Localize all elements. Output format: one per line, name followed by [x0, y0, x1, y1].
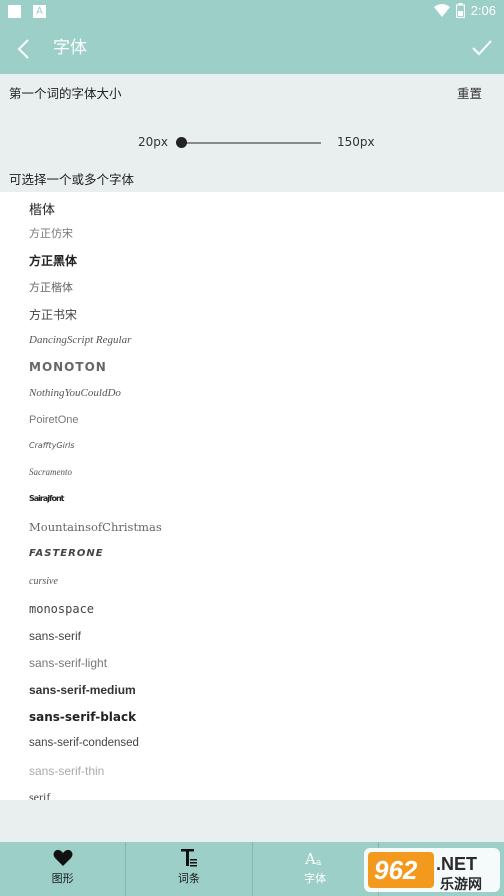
font-item[interactable]: PoiretOne [29, 414, 79, 426]
watermark-logo: 962 .NET 乐游网 [364, 848, 500, 893]
app-bar: 字体 [0, 24, 504, 74]
font-item[interactable]: DancingScript Regular [29, 334, 131, 346]
font-size-settings: 第一个词的字体大小 重置 20px 150px 可选择一个或多个字体 [0, 74, 504, 192]
font-size-slider-track[interactable] [181, 142, 321, 144]
svg-text:.NET: .NET [436, 854, 477, 874]
font-item[interactable]: monospace [29, 602, 94, 616]
font-item[interactable]: Sairajfont [29, 494, 64, 503]
reset-button[interactable]: 重置 [457, 83, 482, 102]
font-item[interactable]: cursive [29, 576, 58, 587]
status-time: 2:06 [470, 3, 496, 18]
wifi-icon [433, 3, 450, 17]
footer-spacer [0, 800, 504, 842]
confirm-check-icon[interactable] [470, 36, 494, 60]
font-item[interactable]: 方正楷体 [29, 279, 73, 295]
notification-icons: A [8, 5, 46, 18]
font-item[interactable]: sans-serif-light [29, 656, 107, 670]
heart-icon [0, 847, 125, 869]
status-bar: A 2:06 [0, 0, 504, 24]
font-item[interactable]: sans-serif-thin [29, 764, 104, 778]
font-item[interactable]: 方正书宋 [29, 306, 77, 323]
font-item[interactable]: sans-serif-black [29, 710, 136, 724]
nav-item-shapes[interactable]: 图形 [0, 842, 127, 896]
notification-square-icon [8, 5, 21, 18]
nav-item-entries[interactable]: 词条 [126, 842, 253, 896]
font-item[interactable]: FasterOne [29, 548, 104, 559]
svg-text:a: a [316, 858, 322, 868]
nav-label-shapes: 图形 [51, 872, 74, 885]
nav-label-entries: 词条 [177, 872, 200, 885]
nav-label-fonts: 字体 [304, 872, 327, 885]
slider-max-label: 150px [337, 135, 375, 149]
font-item[interactable]: 楷体 [29, 199, 55, 218]
back-arrow-icon[interactable] [14, 37, 34, 61]
text-entry-icon [126, 847, 251, 869]
page-title: 字体 [53, 38, 87, 58]
font-item[interactable]: sans-serif [29, 629, 81, 643]
font-item[interactable]: Monoton [29, 360, 107, 374]
multi-select-label: 可选择一个或多个字体 [9, 172, 135, 187]
font-item[interactable]: MountainsofChristmas [29, 520, 162, 534]
battery-icon [455, 3, 465, 18]
svg-text:A: A [304, 850, 316, 868]
font-size-slider-thumb[interactable] [176, 137, 187, 148]
font-item[interactable]: NothingYouCouldDo [29, 387, 121, 399]
font-list[interactable]: 楷体 方正仿宋 方正黑体 方正楷体 方正书宋 DancingScript Reg… [0, 192, 504, 800]
font-item[interactable]: Sacramento [29, 467, 72, 477]
status-right: 2:06 [433, 3, 496, 18]
font-icon: Aa [253, 847, 378, 869]
nav-item-fonts[interactable]: Aa 字体 [253, 842, 379, 896]
font-item[interactable]: sans-serif-medium [29, 683, 136, 697]
svg-text:乐游网: 乐游网 [440, 876, 482, 893]
font-item[interactable]: 方正仿宋 [29, 225, 73, 241]
font-size-label: 第一个词的字体大小 [9, 86, 122, 101]
watermark-number: 962 [374, 855, 418, 885]
font-item[interactable]: serif [29, 790, 50, 800]
slider-min-label: 20px [138, 135, 168, 149]
font-item[interactable]: sans-serif-condensed [29, 737, 139, 749]
notification-a-icon: A [33, 5, 46, 18]
font-item[interactable]: 方正黑体 [29, 252, 77, 269]
font-item[interactable]: CrafftyGirls [29, 441, 75, 450]
